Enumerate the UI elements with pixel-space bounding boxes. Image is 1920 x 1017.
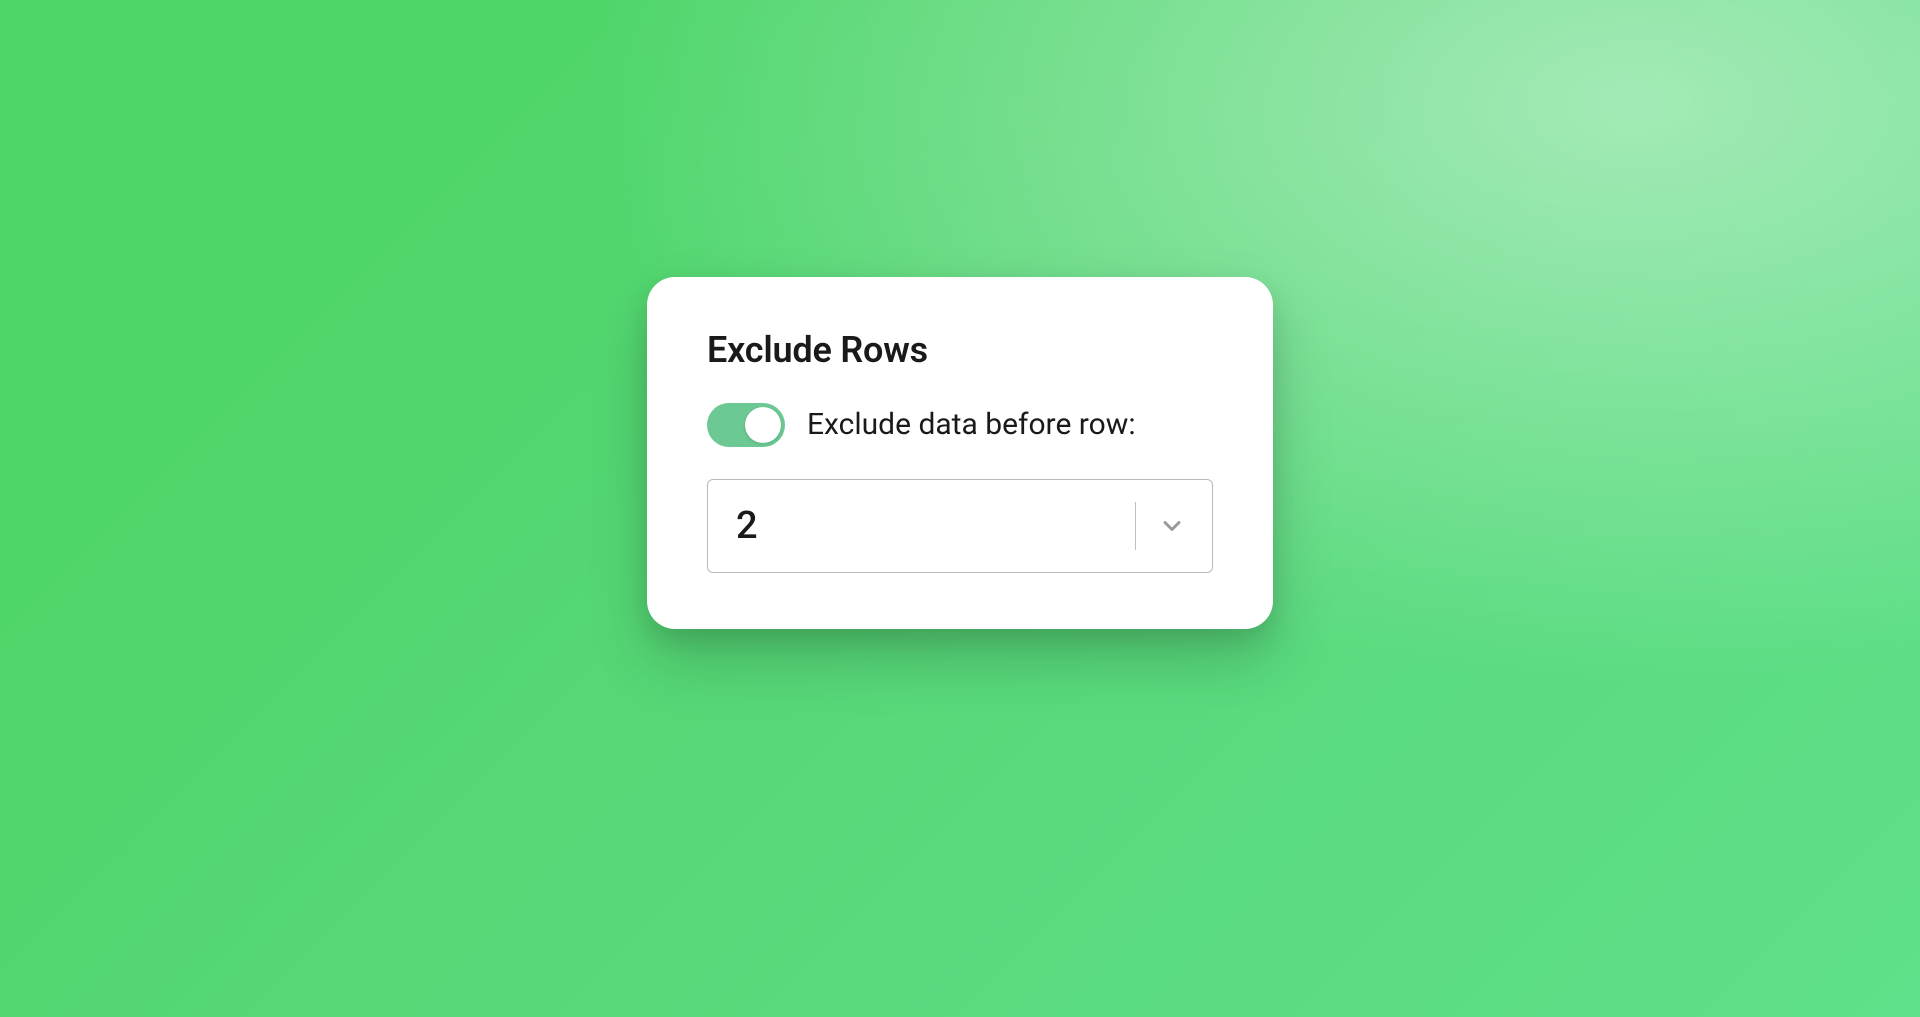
exclude-toggle[interactable] bbox=[707, 403, 785, 447]
toggle-label: Exclude data before row: bbox=[807, 407, 1136, 442]
toggle-row: Exclude data before row: bbox=[707, 403, 1213, 447]
exclude-rows-card: Exclude Rows Exclude data before row: 2 bbox=[647, 277, 1273, 629]
select-value: 2 bbox=[736, 504, 1135, 548]
toggle-thumb bbox=[745, 407, 781, 443]
card-title: Exclude Rows bbox=[707, 329, 1213, 371]
row-select[interactable]: 2 bbox=[707, 479, 1213, 573]
chevron-down-icon bbox=[1156, 510, 1188, 542]
select-divider bbox=[1135, 502, 1137, 550]
